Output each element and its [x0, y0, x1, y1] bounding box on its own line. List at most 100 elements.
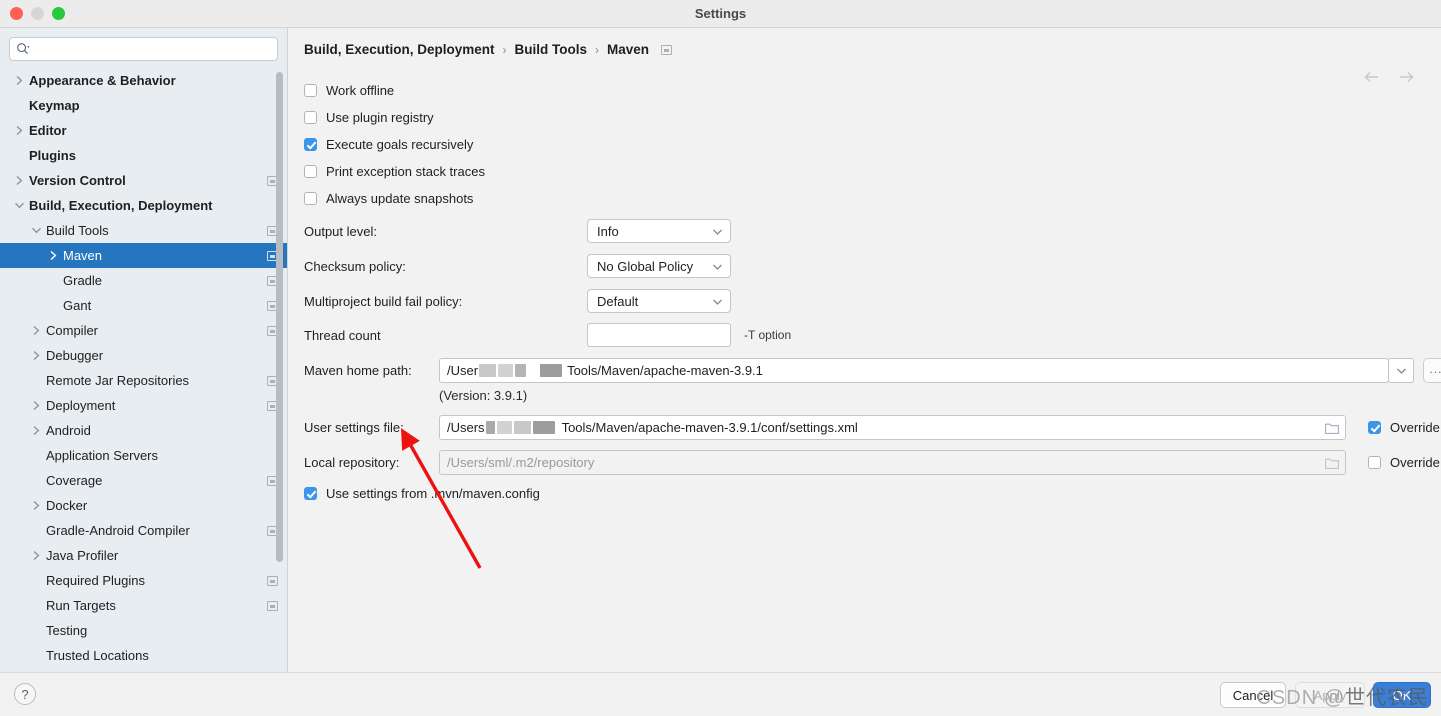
- use-mvn-config-checkbox[interactable]: [304, 487, 317, 500]
- checkbox-execute-goals-recursively[interactable]: [304, 138, 317, 151]
- sidebar-scrollbar[interactable]: [276, 72, 283, 562]
- maven-home-path-prefix: /User: [447, 363, 479, 378]
- chevron-right-icon[interactable]: [29, 349, 43, 363]
- sidebar-item-coverage[interactable]: Coverage: [0, 468, 287, 493]
- breadcrumb-segment[interactable]: Build, Execution, Deployment: [304, 42, 495, 57]
- local-repository-input[interactable]: /Users/sml/.m2/repository: [439, 450, 1346, 475]
- user-settings-file-input[interactable]: /Users Tools/Maven/apache-maven-3.9.1/co…: [439, 415, 1346, 440]
- checkbox-print-exception-stack-traces[interactable]: [304, 165, 317, 178]
- arrow-right-icon[interactable]: [1397, 70, 1415, 84]
- sidebar-item-application-servers[interactable]: Application Servers: [0, 443, 287, 468]
- sidebar-item-required-plugins[interactable]: Required Plugins: [0, 568, 287, 593]
- search-input[interactable]: [33, 41, 271, 57]
- chevron-right-icon[interactable]: [12, 74, 26, 88]
- thread-count-input[interactable]: [587, 323, 731, 347]
- folder-icon[interactable]: [1325, 457, 1339, 469]
- sidebar-item-plugins[interactable]: Plugins: [0, 143, 287, 168]
- help-button[interactable]: ?: [14, 683, 36, 705]
- checkbox-row[interactable]: Use plugin registry: [304, 110, 434, 125]
- sidebar-item-label: Keymap: [29, 98, 80, 113]
- chevron-right-icon[interactable]: [46, 249, 60, 263]
- sidebar-item-label: Remote Jar Repositories: [46, 373, 190, 388]
- thread-count-row: Thread count -T option: [304, 323, 791, 347]
- checkbox-work-offline[interactable]: [304, 84, 317, 97]
- maven-home-dropdown-button[interactable]: [1388, 358, 1414, 383]
- settings-main-panel: Build, Execution, Deployment › Build Tools…: [289, 28, 1441, 672]
- sidebar-item-maven[interactable]: Maven: [0, 243, 287, 268]
- checkbox-always-update-snapshots[interactable]: [304, 192, 317, 205]
- sidebar-item-compiler[interactable]: Compiler: [0, 318, 287, 343]
- sidebar-item-label: Gradle: [63, 273, 103, 288]
- chevron-down-icon[interactable]: [12, 199, 26, 213]
- output-level-row: Output level: Info: [304, 219, 731, 243]
- sidebar-item-deployment[interactable]: Deployment: [0, 393, 287, 418]
- checkbox-row[interactable]: Execute goals recursively: [304, 137, 473, 152]
- checksum-policy-select[interactable]: No Global Policy: [587, 254, 731, 278]
- checkbox-label: Work offline: [326, 83, 395, 98]
- output-level-select[interactable]: Info: [587, 219, 731, 243]
- multiproject-fail-policy-value: Default: [597, 293, 639, 309]
- chevron-right-icon[interactable]: [29, 549, 43, 563]
- sidebar-item-label: Coverage: [46, 473, 103, 488]
- search-icon: [16, 42, 30, 56]
- sidebar-item-testing[interactable]: Testing: [0, 618, 287, 643]
- sidebar-item-editor[interactable]: Editor: [0, 118, 287, 143]
- use-mvn-config-row[interactable]: Use settings from .mvn/maven.config: [304, 486, 540, 501]
- sidebar-item-label: Plugins: [29, 148, 76, 163]
- folder-icon[interactable]: [1325, 422, 1339, 434]
- sidebar-item-trusted-locations[interactable]: Trusted Locations: [0, 643, 287, 668]
- chevron-right-icon[interactable]: [29, 399, 43, 413]
- redaction-block: [513, 421, 531, 434]
- chevron-right-icon[interactable]: [12, 174, 26, 188]
- sidebar-item-run-targets[interactable]: Run Targets: [0, 593, 287, 618]
- chevron-right-icon[interactable]: [29, 324, 43, 338]
- config-marker-icon: [267, 600, 278, 611]
- checkbox-row[interactable]: Print exception stack traces: [304, 164, 485, 179]
- watermark-prefix: CSDN @: [1256, 687, 1345, 709]
- chevron-down-icon: [1396, 362, 1407, 380]
- sidebar-item-build-tools[interactable]: Build Tools: [0, 218, 287, 243]
- breadcrumb-segment[interactable]: Build Tools: [515, 42, 588, 57]
- maven-home-path-input[interactable]: /User Tools/Maven/apache-maven-3.9.1: [439, 358, 1389, 383]
- arrow-left-icon[interactable]: [1363, 70, 1381, 84]
- chevron-right-icon[interactable]: [29, 499, 43, 513]
- sidebar-item-label: Editor: [29, 123, 67, 138]
- sidebar-item-android[interactable]: Android: [0, 418, 287, 443]
- chevron-down-icon[interactable]: [29, 224, 43, 238]
- search-box[interactable]: [9, 37, 278, 61]
- breadcrumb: Build, Execution, Deployment › Build Tools…: [304, 42, 673, 57]
- sidebar-item-java-profiler[interactable]: Java Profiler: [0, 543, 287, 568]
- sidebar-item-gradle[interactable]: Gradle: [0, 268, 287, 293]
- maven-home-path-label: Maven home path:: [304, 363, 412, 378]
- user-settings-override-checkbox[interactable]: [1368, 421, 1381, 434]
- settings-sidebar: Appearance & Behavior Keymap Editor Plugins…: [0, 28, 288, 672]
- checkbox-row[interactable]: Always update snapshots: [304, 191, 473, 206]
- sidebar-item-keymap[interactable]: Keymap: [0, 93, 287, 118]
- sidebar-item-debugger[interactable]: Debugger: [0, 343, 287, 368]
- chevron-right-icon[interactable]: [12, 124, 26, 138]
- multiproject-fail-policy-select[interactable]: Default: [587, 289, 731, 313]
- watermark: CSDN @世代农民: [1256, 681, 1429, 710]
- sidebar-item-label: Application Servers: [46, 448, 158, 463]
- maven-home-path-row: Maven home path: /User Tools/Maven/apach…: [304, 358, 1441, 383]
- local-repository-override-checkbox[interactable]: [1368, 456, 1381, 469]
- sidebar-search-wrap: [0, 28, 287, 61]
- redaction-gap: [528, 364, 538, 377]
- sidebar-item-build-execution-deployment[interactable]: Build, Execution, Deployment: [0, 193, 287, 218]
- checkbox-row[interactable]: Work offline: [304, 83, 394, 98]
- checkbox-use-plugin-registry[interactable]: [304, 111, 317, 124]
- sidebar-item-gradle-android-compiler[interactable]: Gradle-Android Compiler: [0, 518, 287, 543]
- sidebar-item-remote-jar-repositories[interactable]: Remote Jar Repositories: [0, 368, 287, 393]
- sidebar-item-version-control[interactable]: Version Control: [0, 168, 287, 193]
- chevron-right-icon[interactable]: [29, 424, 43, 438]
- maven-home-browse-button[interactable]: ...: [1423, 358, 1441, 383]
- breadcrumb-segment[interactable]: Maven: [607, 42, 649, 57]
- sidebar-item-appearance-behavior[interactable]: Appearance & Behavior: [0, 68, 287, 93]
- sidebar-item-docker[interactable]: Docker: [0, 493, 287, 518]
- sidebar-item-gant[interactable]: Gant: [0, 293, 287, 318]
